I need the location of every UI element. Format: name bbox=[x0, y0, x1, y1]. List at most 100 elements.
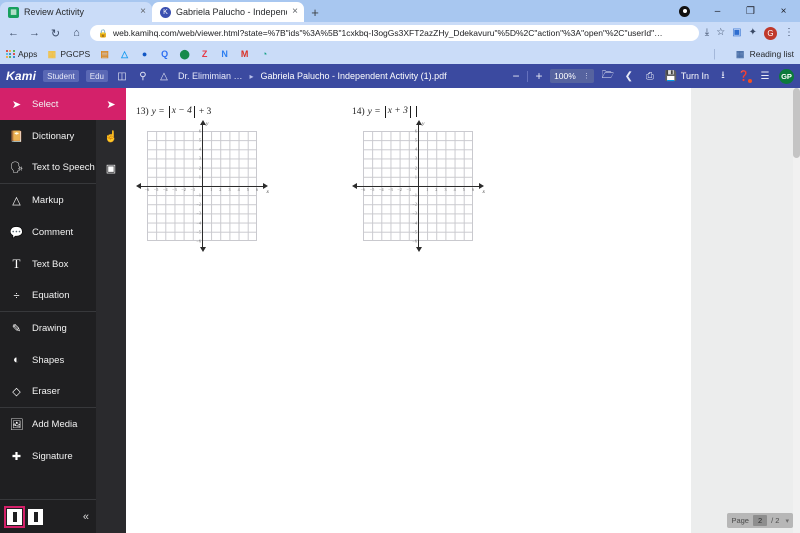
hamburger-menu-icon[interactable]: ☰ bbox=[758, 69, 772, 83]
three-dot-menu-icon[interactable]: ⋮ bbox=[784, 28, 794, 38]
turn-in-label: Turn In bbox=[680, 71, 709, 81]
highlighter-icon: △ bbox=[12, 194, 21, 207]
bookmark-clever[interactable]: ● bbox=[139, 49, 150, 60]
address-input[interactable]: 🔒 web.kamihq.com/web/viewer.html?state=%… bbox=[90, 25, 699, 41]
new-tab-button[interactable]: + bbox=[304, 2, 326, 22]
sidebar-item-eraser[interactable]: ◇ Eraser bbox=[0, 376, 96, 408]
bookmark-pgcps[interactable]: ▦ PGCPS bbox=[46, 49, 91, 60]
sidebar-item-markup[interactable]: △ Markup bbox=[0, 184, 96, 216]
bookmark-newsela[interactable]: N bbox=[219, 49, 230, 60]
sidebar-item-drawing[interactable]: ✎ Drawing bbox=[0, 312, 96, 344]
caret-down-icon[interactable]: ▾ bbox=[785, 517, 789, 525]
maximize-button[interactable]: ❐ bbox=[734, 0, 767, 22]
sidebar-item-add-media[interactable]: 🖼 Add Media bbox=[0, 408, 96, 440]
y-tick-label: 2 bbox=[414, 165, 417, 171]
avatar[interactable]: GP bbox=[779, 68, 794, 84]
share-icon[interactable]: ❮ bbox=[622, 69, 636, 83]
vertical-scrollbar[interactable] bbox=[793, 88, 800, 533]
sidebar-item-dictionary[interactable]: 📔 Dictionary bbox=[0, 120, 96, 152]
spinner-caret-icon: ⋮ bbox=[582, 73, 590, 80]
bookmark-gmail[interactable]: M bbox=[239, 49, 250, 60]
breadcrumb-folder[interactable]: Dr. Elimimian … bbox=[178, 71, 243, 81]
download-icon[interactable]: ⭳ bbox=[716, 69, 730, 83]
x-tick-label: 5 bbox=[462, 187, 465, 193]
drive-icon: △ bbox=[160, 70, 168, 82]
zoom-in-button[interactable]: + bbox=[533, 69, 545, 83]
text-box-icon: T bbox=[12, 256, 21, 271]
bookmark-kahoot[interactable]: ⬤ bbox=[179, 49, 190, 60]
y-tick-label: 3 bbox=[414, 155, 417, 161]
bookmark-google-drive[interactable]: △ bbox=[119, 49, 130, 60]
sidebar-item-shapes[interactable]: ◐ Shapes bbox=[0, 344, 96, 376]
forward-icon[interactable]: → bbox=[27, 26, 42, 41]
sidebar-item-text-box[interactable]: T Text Box bbox=[0, 248, 96, 280]
graph-13[interactable]: x y −6 −5 −4 −3 −2 −1 1 2 3 4 5 6 −6 −5 −4 −3 −2 −1 1 2 3 4 5… bbox=[136, 119, 269, 252]
browser-tab-kami-document[interactable]: K Gabriela Palucho - Independent × bbox=[152, 2, 304, 22]
page-total: / 2 bbox=[771, 516, 780, 525]
sidebar-item-label: Markup bbox=[32, 194, 64, 206]
pin-icon[interactable]: ✦ bbox=[749, 28, 757, 38]
y-tick-label: −6 bbox=[196, 238, 201, 244]
sidebar-item-label: Dictionary bbox=[32, 130, 75, 142]
puzzle-icon[interactable]: ▣ bbox=[732, 28, 741, 38]
add-media-icon: 🖼 bbox=[9, 418, 24, 431]
reload-icon[interactable]: ↻ bbox=[48, 26, 63, 41]
equation-tail: + 3 bbox=[198, 106, 212, 117]
zoom-level-select[interactable]: 100% ⋮ bbox=[550, 69, 594, 83]
home-icon[interactable]: ⌂ bbox=[69, 26, 84, 41]
subtool-marquee-select-icon[interactable]: ▣ bbox=[96, 152, 126, 184]
speech-icon: 🗣 bbox=[9, 162, 24, 174]
scrollbar-thumb[interactable] bbox=[793, 88, 800, 158]
graph-14[interactable]: x y −6 −5 −4 −3 −2 −1 1 2 3 4 5 6 −6 −5 −4 −3 −2 −1 1 2 3 4 5… bbox=[352, 119, 485, 252]
y-axis-top-arrow-icon bbox=[415, 119, 422, 125]
pdf-page: 13) y = x − 4 + 3 x y −6 −5 −4 −3 −2 −1 … bbox=[126, 88, 691, 533]
document-canvas[interactable]: 13) y = x − 4 + 3 x y −6 −5 −4 −3 −2 −1 … bbox=[126, 88, 800, 533]
page-number-input[interactable]: 2 bbox=[752, 515, 768, 526]
divider: | bbox=[713, 48, 716, 60]
close-window-button[interactable]: × bbox=[767, 0, 800, 22]
bookmark-apps[interactable]: Apps bbox=[6, 49, 37, 59]
y-tick-label: −4 bbox=[412, 220, 417, 226]
printer-icon[interactable]: ⎙ bbox=[643, 69, 657, 83]
install-app-icon[interactable]: ⤓ bbox=[705, 28, 709, 38]
close-icon[interactable]: × bbox=[140, 7, 146, 17]
bookmark-quizlet[interactable]: Q bbox=[159, 49, 170, 60]
y-tick-label: −3 bbox=[196, 210, 201, 216]
subtool-cursor-arrow-icon[interactable]: ➤ bbox=[96, 88, 126, 120]
search-icon[interactable]: ⚲ bbox=[136, 69, 150, 83]
x-tick-label: −4 bbox=[379, 187, 384, 193]
star-icon[interactable]: ☆ bbox=[716, 28, 725, 38]
kami-logo[interactable]: Kami bbox=[6, 69, 36, 83]
collapse-sidebar-button[interactable]: « bbox=[83, 511, 89, 523]
extension-record-indicator-icon[interactable] bbox=[668, 0, 701, 22]
avatar[interactable]: G bbox=[764, 26, 777, 40]
zoom-out-button[interactable]: − bbox=[510, 69, 522, 83]
reading-list-button[interactable]: ▦ Reading list bbox=[735, 49, 794, 60]
book-icon: 📔 bbox=[9, 130, 24, 143]
subtool-hand-pointer-icon[interactable]: ☝ bbox=[96, 120, 126, 152]
sidebar-item-label: Text Box bbox=[32, 258, 69, 270]
bookmark-zearn[interactable]: Z bbox=[199, 49, 210, 60]
page-navigator[interactable]: Page 2 / 2 ▾ bbox=[727, 513, 793, 528]
continuous-page-mode-button[interactable] bbox=[28, 508, 43, 525]
browser-tab-review-activity[interactable]: ▦ Review Activity × bbox=[0, 2, 152, 22]
sidebar-item-equation[interactable]: ÷ Equation bbox=[0, 280, 96, 312]
sidebar-item-text-to-speech[interactable]: 🗣 Text to Speech bbox=[0, 152, 96, 184]
split-view-icon[interactable]: ◫ bbox=[115, 69, 129, 83]
sidebar-item-label: Eraser bbox=[32, 386, 60, 397]
bookmark-contact-card[interactable]: ▤ bbox=[99, 49, 110, 60]
back-icon[interactable]: ← bbox=[6, 26, 21, 41]
sidebar-item-select[interactable]: ➤ Select bbox=[0, 88, 96, 120]
close-icon[interactable]: × bbox=[292, 7, 298, 17]
bookmark-clock[interactable]: ◔ bbox=[259, 49, 270, 60]
y-tick-label: 5 bbox=[414, 137, 417, 143]
folder-open-icon[interactable]: 🗁 bbox=[601, 69, 615, 83]
sidebar-item-signature[interactable]: ✚ Signature bbox=[0, 440, 96, 472]
sidebar-item-comment[interactable]: 💬 Comment bbox=[0, 216, 96, 248]
equation-lhs: y = bbox=[151, 106, 165, 117]
help-circle-icon[interactable]: ❓ bbox=[737, 69, 752, 83]
single-page-mode-button[interactable] bbox=[4, 505, 25, 528]
tool-sidebar: ➤ Select 📔 Dictionary 🗣 Text to Speech △… bbox=[0, 88, 96, 533]
turn-in-button[interactable]: 💾 Turn In bbox=[664, 69, 709, 83]
minimize-button[interactable]: – bbox=[701, 0, 734, 22]
